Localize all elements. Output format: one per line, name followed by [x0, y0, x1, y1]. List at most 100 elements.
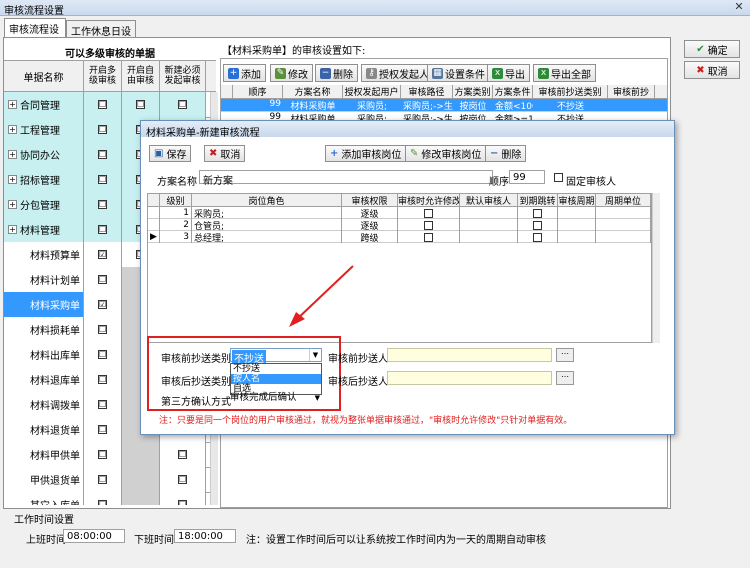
- column-header: 默认审核人: [460, 194, 518, 207]
- edit-position-button[interactable]: ✎ 修改审核岗位: [405, 145, 487, 162]
- third-party-select[interactable]: 审核完成后确认 ▼: [230, 391, 322, 405]
- multi-level-checkbox[interactable]: ☐: [98, 325, 107, 334]
- close-icon[interactable]: ✕: [730, 0, 748, 14]
- multi-level-checkbox[interactable]: ☐: [98, 375, 107, 384]
- order-input[interactable]: 99: [509, 170, 545, 184]
- pick-user-icon[interactable]: ⋯: [556, 371, 574, 385]
- position-row[interactable]: 1 采购员; 逐级: [148, 207, 651, 219]
- doc-row[interactable]: 材料甲供单 ☐ ☐: [4, 442, 216, 468]
- col-free-audit: 开启自由审核: [122, 61, 160, 91]
- column-header[interactable]: 方案条件: [493, 85, 533, 99]
- multi-level-checkbox[interactable]: ☐: [98, 400, 107, 409]
- delete-button[interactable]: − 删除: [315, 64, 358, 82]
- option-no-cc[interactable]: 不抄送: [231, 364, 321, 374]
- column-header[interactable]: 审核前抄: [608, 85, 655, 99]
- add-position-button[interactable]: + 添加审核岗位: [325, 145, 407, 162]
- pre-cc-select[interactable]: 不抄送 ▼: [230, 348, 322, 365]
- multi-level-checkbox[interactable]: ☑: [98, 250, 107, 259]
- multi-level-checkbox[interactable]: ☐: [98, 450, 107, 459]
- table-cell: [596, 231, 651, 243]
- tab-audit-flow[interactable]: 审核流程设置: [4, 18, 66, 51]
- table-cell: 按岗位: [459, 102, 487, 112]
- col-must-audit: 新建必须发起审核: [160, 61, 206, 91]
- end-time-input[interactable]: 18:00:00: [174, 529, 236, 543]
- multi-level-checkbox[interactable]: ☑: [98, 300, 107, 309]
- pick-user-icon[interactable]: ⋯: [556, 348, 574, 362]
- column-header[interactable]: 方案名称: [283, 85, 343, 99]
- table-cell: 采购员;->生产经: [403, 102, 453, 112]
- column-header[interactable]: 方案类别: [453, 85, 493, 99]
- doc-row[interactable]: 甲供退货单 ☐ ☐: [4, 467, 216, 493]
- grid-checkbox: [518, 207, 558, 219]
- multi-level-checkbox[interactable]: ☐: [98, 275, 107, 284]
- multi-level-checkbox[interactable]: ☐: [98, 225, 107, 234]
- fixed-auditor-checkbox[interactable]: [554, 173, 563, 182]
- cancel-button[interactable]: ✖ 取消: [684, 61, 740, 79]
- column-header[interactable]: 顺序: [233, 85, 283, 99]
- multi-level-checkbox[interactable]: ☐: [98, 425, 107, 434]
- column-header[interactable]: 授权发起用户: [343, 85, 401, 99]
- position-row[interactable]: ▶ 3 总经理; 跨级: [148, 231, 651, 243]
- checkbox[interactable]: [533, 232, 542, 242]
- expand-icon[interactable]: +: [8, 100, 17, 109]
- multi-level-checkbox[interactable]: ☐: [98, 475, 107, 484]
- expand-icon[interactable]: +: [8, 175, 17, 184]
- expand-icon[interactable]: +: [8, 125, 17, 134]
- must-audit-checkbox[interactable]: ☐: [178, 100, 187, 109]
- multi-level-checkbox[interactable]: ☐: [98, 350, 107, 359]
- position-row[interactable]: 2 仓管员; 逐级: [148, 219, 651, 231]
- set-condition-button[interactable]: ▦ 设置条件: [427, 64, 490, 82]
- start-time-input[interactable]: 08:00:00: [63, 529, 125, 543]
- add-button[interactable]: + 添加: [223, 64, 266, 82]
- column-header[interactable]: 审核前抄送类别: [533, 85, 608, 99]
- must-audit-checkbox[interactable]: ☐: [178, 450, 187, 459]
- col-doc-name: 单据名称: [4, 61, 84, 91]
- dialog-save-button[interactable]: ▣ 保存: [149, 145, 192, 162]
- ok-button[interactable]: ✔ 确定: [684, 40, 740, 58]
- dialog-cancel-button[interactable]: ✖ 取消: [204, 145, 246, 162]
- order-label: 顺序: [489, 177, 509, 188]
- doc-name: 分包管理: [20, 201, 60, 212]
- checkbox[interactable]: [424, 220, 433, 230]
- table-row[interactable]: 99 材料采购单 采购员; 采购员;->生产经按岗位金额<1000 不抄送: [221, 99, 667, 112]
- pre-cc-user-input[interactable]: [387, 348, 552, 362]
- multi-level-checkbox[interactable]: ☐: [98, 150, 107, 159]
- chevron-down-icon[interactable]: ▼: [309, 349, 321, 361]
- multi-level-checkbox[interactable]: ☐: [98, 200, 107, 209]
- expand-icon[interactable]: +: [8, 225, 17, 234]
- checkbox[interactable]: [533, 208, 542, 218]
- column-header[interactable]: [221, 85, 233, 99]
- must-audit-checkbox[interactable]: ☐: [178, 475, 187, 484]
- doc-name: 材料甲供单: [30, 451, 80, 462]
- tab-workday[interactable]: 工作休息日设置: [66, 20, 136, 53]
- free-audit-checkbox[interactable]: ☐: [136, 100, 145, 109]
- plan-name-input[interactable]: 新方案: [199, 170, 493, 187]
- authorize-button[interactable]: ⚷ 授权发起人: [361, 64, 434, 82]
- option-by-name[interactable]: 按人名: [231, 374, 321, 384]
- position-grid-scrollbar[interactable]: [652, 193, 660, 343]
- column-header[interactable]: 审核路径: [401, 85, 453, 99]
- chevron-down-icon[interactable]: ▼: [315, 391, 320, 405]
- multi-level-checkbox[interactable]: ☐: [98, 500, 107, 505]
- multi-level-checkbox[interactable]: ☐: [98, 175, 107, 184]
- grid-checkbox: [398, 231, 460, 243]
- checkbox[interactable]: [424, 208, 433, 218]
- multi-level-checkbox[interactable]: ☐: [98, 100, 107, 109]
- dialog-delete-button[interactable]: − 删除: [485, 145, 527, 162]
- expand-icon[interactable]: +: [8, 150, 17, 159]
- doc-row[interactable]: 其它入库单 ☐ ☐: [4, 492, 216, 505]
- export-all-button[interactable]: x 导出全部: [533, 64, 596, 82]
- position-grid-header: 级别 岗位角色 审核权限 审核时允许修改 默认审核人 到期跳转 审核周期 周期单位: [148, 194, 651, 207]
- grid-checkbox: [398, 219, 460, 231]
- doc-row[interactable]: + 合同管理 ☐ ☐ ☐: [4, 92, 216, 118]
- worktime-note: 注：设置工作时间后可以让系统按工作时间内为一天的周期自动审核: [246, 535, 546, 546]
- post-cc-user-input[interactable]: [387, 371, 552, 385]
- expand-icon[interactable]: +: [8, 200, 17, 209]
- export-button[interactable]: x 导出: [487, 64, 530, 82]
- multi-level-checkbox[interactable]: ☐: [98, 125, 107, 134]
- checkbox[interactable]: [533, 220, 542, 230]
- must-audit-checkbox[interactable]: ☐: [178, 500, 187, 505]
- edit-button[interactable]: ✎ 修改: [270, 64, 313, 82]
- doc-name: 材料预算单: [30, 251, 80, 262]
- checkbox[interactable]: [424, 232, 433, 242]
